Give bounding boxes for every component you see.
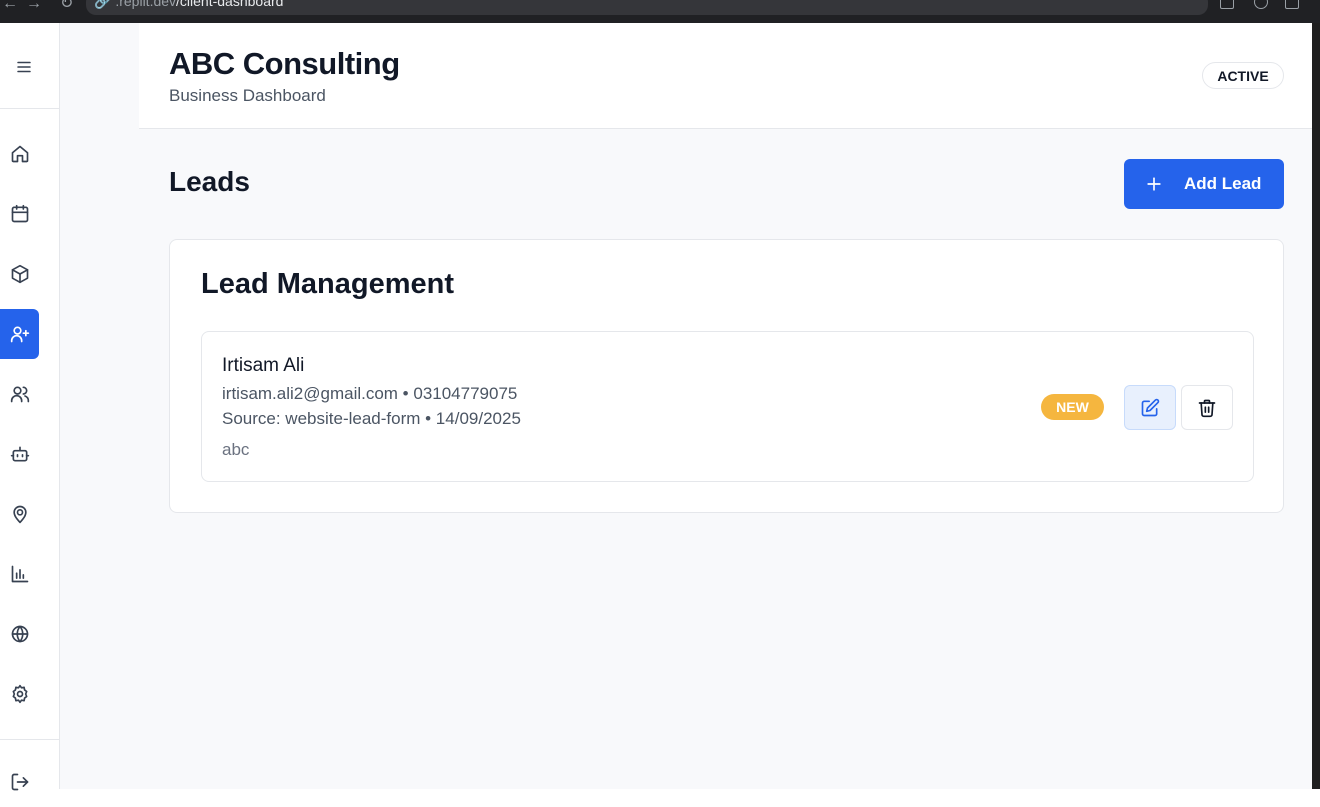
- delete-lead-button[interactable]: [1181, 385, 1233, 430]
- reload-icon[interactable]: ↻: [60, 0, 73, 12]
- lead-status-badge: NEW: [1041, 394, 1104, 420]
- sidebar-divider: [0, 739, 59, 740]
- bar-chart-icon: [11, 565, 28, 583]
- edit-icon: [1141, 398, 1160, 416]
- lead-item: Irtisam Ali irtisam.ali2@gmail.com • 031…: [201, 331, 1254, 482]
- dashboard-subtitle: Business Dashboard: [169, 86, 326, 105]
- page-header: ABC Consulting Business Dashboard ACTIVE: [139, 23, 1312, 129]
- lead-contact: irtisam.ali2@gmail.com • 03104779075: [222, 384, 518, 403]
- bot-icon: [10, 446, 29, 462]
- screen-share-icon[interactable]: [1220, 0, 1234, 9]
- menu-toggle-button[interactable]: [4, 49, 44, 85]
- sidebar-item-calendar[interactable]: [0, 189, 39, 239]
- address-bar[interactable]: 🔗 .replit.dev/client-dashboard: [86, 0, 1208, 15]
- calendar-icon: [11, 204, 28, 223]
- sidebar-item-analytics[interactable]: [0, 549, 39, 599]
- link-icon: 🔗: [94, 0, 112, 9]
- sidebar-item-products[interactable]: [0, 249, 39, 299]
- logout-icon: [11, 773, 28, 791]
- open-new-window-icon[interactable]: [1285, 0, 1299, 9]
- trash-icon: [1198, 399, 1216, 417]
- card-title: Lead Management: [201, 268, 454, 300]
- window-edge: [1312, 23, 1320, 789]
- sidebar-item-bot[interactable]: [0, 429, 39, 479]
- browser-toolbar: ← → ↻ 🔗 .replit.dev/client-dashboard: [0, 0, 1320, 23]
- map-pin-icon: [12, 505, 27, 524]
- url-path: /client-dashboard: [176, 0, 284, 9]
- sidebar-item-home[interactable]: [0, 129, 39, 179]
- sidebar-item-leads[interactable]: [0, 309, 39, 359]
- account-status-badge: ACTIVE: [1202, 62, 1284, 89]
- sidebar-item-customers[interactable]: [0, 369, 39, 419]
- back-arrow-icon[interactable]: ←: [2, 0, 18, 12]
- users-icon: [10, 386, 29, 403]
- hamburger-menu-icon: [17, 61, 31, 73]
- lead-management-card: Lead Management Irtisam Ali irtisam.ali2…: [169, 239, 1284, 513]
- lead-notes: abc: [222, 440, 250, 459]
- home-icon: [11, 145, 28, 163]
- package-icon: [11, 264, 28, 284]
- sidebar-divider: [0, 108, 59, 109]
- logout-button[interactable]: [0, 757, 39, 807]
- settings-icon: [12, 684, 27, 704]
- sidebar-item-website[interactable]: [0, 609, 39, 659]
- forward-arrow-icon[interactable]: →: [26, 0, 42, 12]
- url-host: .replit.dev: [115, 0, 177, 9]
- sidebar-item-settings[interactable]: [0, 669, 39, 719]
- sidebar-item-locations[interactable]: [0, 489, 39, 539]
- sidebar: [0, 23, 60, 791]
- page-title: Leads: [169, 166, 250, 197]
- edit-lead-button[interactable]: [1124, 385, 1176, 430]
- lead-source: Source: website-lead-form • 14/09/2025: [222, 409, 521, 428]
- main-content: Leads Add Lead Lead Management Irtisam A…: [139, 129, 1312, 789]
- add-lead-button[interactable]: Add Lead: [1124, 159, 1284, 209]
- globe-icon: [11, 625, 28, 643]
- extensions-icon[interactable]: [1254, 0, 1268, 9]
- plus-icon: [1147, 177, 1161, 191]
- content-gutter: [60, 23, 139, 789]
- lead-name: Irtisam Ali: [222, 355, 305, 376]
- user-plus-icon: [10, 326, 29, 343]
- business-name: ABC Consulting: [169, 46, 400, 81]
- add-lead-label: Add Lead: [1184, 174, 1262, 193]
